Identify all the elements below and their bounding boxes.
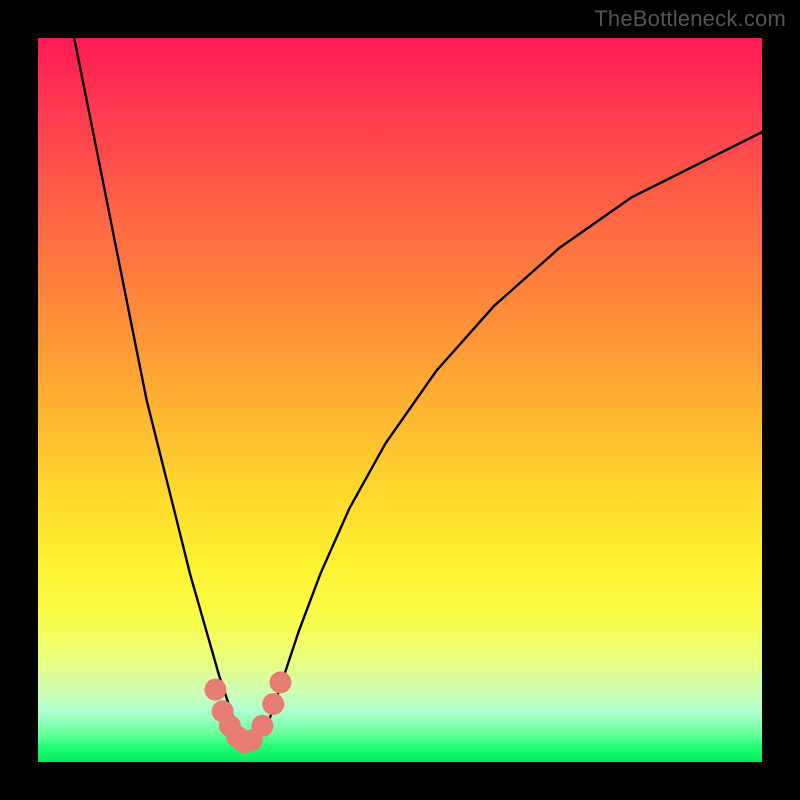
watermark-label: TheBottleneck.com bbox=[594, 6, 786, 32]
curve-layer bbox=[38, 38, 762, 762]
marker-point bbox=[262, 693, 284, 715]
marker-point bbox=[270, 671, 292, 693]
highlight-markers bbox=[204, 671, 291, 753]
chart-frame: TheBottleneck.com bbox=[0, 0, 800, 800]
bottleneck-curve bbox=[74, 38, 762, 744]
marker-point bbox=[204, 679, 226, 701]
marker-point bbox=[251, 715, 273, 737]
plot-area bbox=[38, 38, 762, 762]
